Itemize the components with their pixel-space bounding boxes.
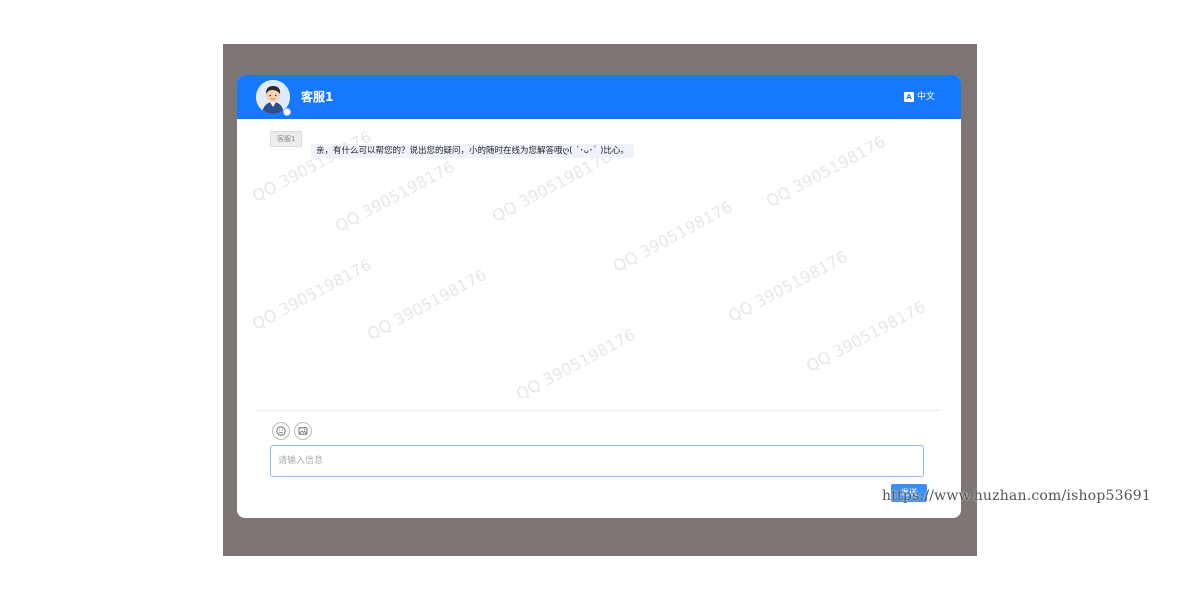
emoji-icon (276, 426, 286, 436)
watermark-url: https://www.huzhan.com/ishop53691 (882, 488, 1152, 504)
image-icon (298, 427, 308, 435)
watermark: QQ 3905198176 (249, 126, 375, 206)
watermark: QQ 3905198176 (332, 156, 458, 236)
watermark: QQ 3905198176 (610, 196, 736, 276)
watermark: QQ 3905198176 (725, 246, 851, 326)
agent-name: 客服1 (301, 90, 334, 104)
chat-window: 客服1 A 中文 QQ 3905198176 QQ 3905198176 QQ … (237, 75, 961, 518)
watermark: QQ 3905198176 (489, 146, 615, 226)
emoji-button[interactable] (272, 422, 290, 440)
message-bubble: 亲，有什么可以帮您的？说出您的疑问，小的随时在线为您解答哦ღ( ´･ᴗ･` )比… (311, 144, 634, 158)
watermark: QQ 3905198176 (803, 296, 929, 376)
watermark: QQ 3905198176 (249, 254, 375, 334)
message-sender-label: 客服1 (270, 131, 303, 147)
online-status-dot (283, 108, 291, 116)
image-upload-button[interactable] (294, 422, 312, 440)
language-label: 中文 (916, 92, 935, 102)
composer-divider (255, 410, 941, 411)
language-switch[interactable]: A 中文 (903, 91, 935, 103)
translate-icon: A (903, 92, 914, 102)
watermark: QQ 3905198176 (513, 324, 639, 404)
watermark: QQ 3905198176 (364, 264, 490, 344)
chat-header: 客服1 A 中文 (237, 75, 961, 119)
message-input[interactable] (270, 445, 924, 477)
watermark: QQ 3905198176 (763, 131, 889, 211)
message-list: QQ 3905198176 QQ 3905198176 QQ 390519817… (237, 119, 961, 410)
